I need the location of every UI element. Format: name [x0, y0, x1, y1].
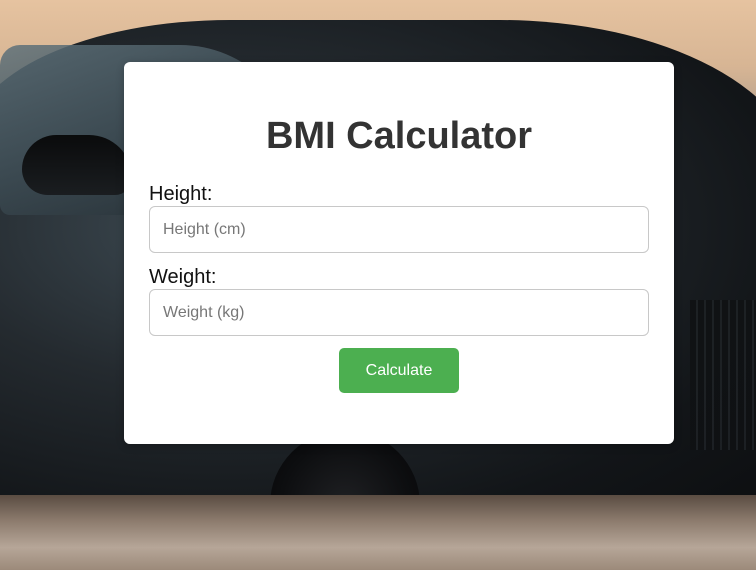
page-title: BMI Calculator	[265, 115, 533, 157]
background-ground	[0, 495, 756, 570]
bmi-calculator-card: BMI Calculator Height: Weight: Calculate	[124, 62, 674, 444]
weight-label: Weight:	[149, 266, 217, 288]
height-input[interactable]	[149, 206, 649, 253]
height-label: Height:	[149, 183, 213, 205]
background-car-grille	[690, 300, 756, 450]
background-car-mirror	[22, 135, 132, 195]
weight-input[interactable]	[149, 289, 649, 336]
calculate-button[interactable]: Calculate	[339, 348, 459, 393]
button-row: Calculate	[149, 348, 649, 393]
